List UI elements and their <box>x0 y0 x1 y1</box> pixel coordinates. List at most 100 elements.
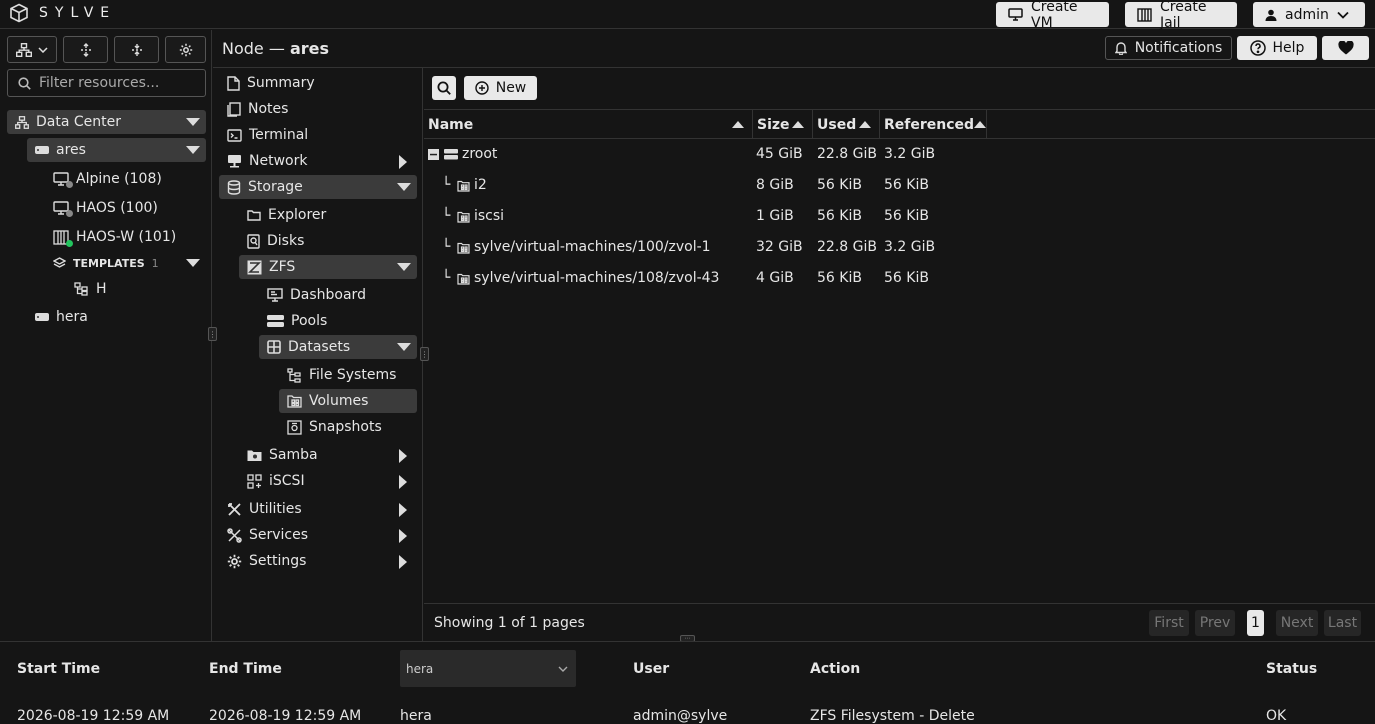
services-icon <box>227 527 242 543</box>
server-icon <box>35 146 49 154</box>
page-1-button[interactable]: 1 <box>1247 610 1264 636</box>
nav-network[interactable]: Network <box>219 149 417 173</box>
prev-page-button[interactable]: Prev <box>1195 610 1235 636</box>
table-row[interactable]: └ i2 8 GiB 56 KiB 56 KiB <box>424 170 1375 201</box>
nav-iscsi[interactable]: iSCSI <box>239 469 417 493</box>
user-menu-button[interactable]: admin <box>1253 2 1365 27</box>
tree-item-vm-haos[interactable]: HAOS (100) <box>53 196 206 220</box>
dashboard-icon <box>267 288 283 302</box>
volume-icon <box>457 273 470 285</box>
help-button[interactable]: Help <box>1237 36 1317 60</box>
network-icon <box>227 154 242 168</box>
first-page-button[interactable]: First <box>1149 610 1189 636</box>
search-button[interactable] <box>432 76 456 100</box>
column-referenced[interactable]: Referenced <box>880 110 987 139</box>
nav-snapshots[interactable]: Snapshots <box>279 415 417 439</box>
caret-down-icon[interactable] <box>186 259 200 267</box>
vm-monitor-icon <box>53 172 73 188</box>
last-page-button[interactable]: Last <box>1324 610 1361 636</box>
tree-item-node-ares[interactable]: ares <box>27 138 206 162</box>
caret-right-icon[interactable] <box>399 475 407 489</box>
nav-zfs[interactable]: ZFS <box>239 255 417 279</box>
sponsor-button[interactable] <box>1322 36 1369 60</box>
status-dot-offline <box>66 181 73 188</box>
nav-volumes[interactable]: Volumes <box>279 389 417 413</box>
database-icon <box>227 179 241 195</box>
caret-down-icon[interactable] <box>397 263 411 271</box>
column-end-time[interactable]: End Time <box>209 661 282 677</box>
column-action[interactable]: Action <box>810 661 860 677</box>
column-name[interactable]: Name <box>424 110 753 139</box>
folder-tree-icon <box>287 367 302 383</box>
layers-icon <box>53 257 66 269</box>
table-row[interactable]: └ sylve/virtual-machines/100/zvol-1 32 G… <box>424 232 1375 263</box>
nav-utilities[interactable]: Utilities <box>219 497 417 521</box>
tree-item-node-hera[interactable]: hera <box>27 305 206 329</box>
column-status[interactable]: Status <box>1266 661 1317 677</box>
datasets-icon <box>267 340 281 354</box>
column-used[interactable]: Used <box>813 110 880 139</box>
resource-panel: Filter resources... Data Center ares Alp… <box>0 30 212 641</box>
nav-services[interactable]: Services <box>219 523 417 547</box>
tree-branch: └ <box>442 208 451 224</box>
tree-item-vm-alpine[interactable]: Alpine (108) <box>53 167 206 191</box>
nav-summary[interactable]: Summary <box>219 71 417 95</box>
audit-log-panel: Start Time End Time hera User Action Sta… <box>0 641 1375 724</box>
nav-datasets[interactable]: Datasets <box>259 335 417 359</box>
collapse-toggle-icon[interactable] <box>428 149 439 160</box>
page-title: Node — ares <box>222 39 329 58</box>
next-page-button[interactable]: Next <box>1276 610 1318 636</box>
column-user[interactable]: User <box>633 661 669 677</box>
caret-right-icon[interactable] <box>399 555 407 569</box>
column-start-time[interactable]: Start Time <box>17 661 100 677</box>
caret-right-icon[interactable] <box>399 449 407 463</box>
volume-icon <box>287 394 302 408</box>
server-icon <box>35 313 49 321</box>
filter-resources-input[interactable]: Filter resources... <box>7 69 206 97</box>
caret-right-icon[interactable] <box>399 503 407 517</box>
top-bar: SYLVE Create VM Create Jail admin <box>0 0 1375 31</box>
nav-disks[interactable]: Disks <box>239 229 417 253</box>
nav-file-systems[interactable]: File Systems <box>279 363 417 387</box>
tree-branch: └ <box>442 270 451 286</box>
view-mode-button[interactable] <box>7 36 57 63</box>
caret-down-icon[interactable] <box>397 183 411 191</box>
table-row[interactable]: └ sylve/virtual-machines/108/zvol-43 4 G… <box>424 263 1375 294</box>
table-row[interactable]: zroot 45 GiB 22.8 GiB 3.2 GiB <box>424 139 1375 170</box>
tree-item-templates[interactable]: TEMPLATES 1 <box>53 251 206 275</box>
nav-terminal[interactable]: Terminal <box>219 123 417 147</box>
table-row[interactable]: └ iscsi 1 GiB 56 KiB 56 KiB <box>424 201 1375 232</box>
column-size[interactable]: Size <box>753 110 813 139</box>
zfs-icon <box>247 260 262 275</box>
caret-down-icon[interactable] <box>397 343 411 351</box>
node-select[interactable]: hera <box>400 650 576 687</box>
collapse-all-button[interactable] <box>114 36 159 63</box>
tree-item-template-h[interactable]: H <box>74 277 206 301</box>
nav-settings[interactable]: Settings <box>219 549 417 573</box>
create-vm-button[interactable]: Create VM <box>996 0 1109 31</box>
create-jail-button[interactable]: Create Jail <box>1125 0 1237 31</box>
caret-right-icon[interactable] <box>399 529 407 543</box>
help-circle-icon <box>1249 40 1266 56</box>
jail-icon <box>1137 7 1152 22</box>
notifications-button[interactable]: Notifications <box>1105 36 1232 60</box>
caret-down-icon[interactable] <box>186 146 200 154</box>
caret-right-icon[interactable] <box>399 155 407 169</box>
gear-icon <box>179 43 193 57</box>
caret-down-icon[interactable] <box>186 118 200 126</box>
iscsi-icon <box>247 473 262 489</box>
chevron-down-icon <box>1337 11 1349 19</box>
nav-explorer[interactable]: Explorer <box>239 203 417 227</box>
settings-button[interactable] <box>165 36 206 63</box>
tree-item-datacenter[interactable]: Data Center <box>7 110 206 134</box>
nav-pools[interactable]: Pools <box>259 309 417 333</box>
nav-storage[interactable]: Storage <box>219 175 417 199</box>
nav-notes[interactable]: Notes <box>219 97 417 121</box>
nav-dashboard[interactable]: Dashboard <box>259 283 417 307</box>
nav-samba[interactable]: Samba <box>239 443 417 467</box>
pools-icon <box>267 314 284 328</box>
tree-item-jail-haos-w[interactable]: HAOS-W (101) <box>53 225 206 249</box>
expand-all-button[interactable] <box>63 36 108 63</box>
new-volume-button[interactable]: New <box>464 76 537 100</box>
app-logo[interactable]: SYLVE <box>9 3 116 23</box>
